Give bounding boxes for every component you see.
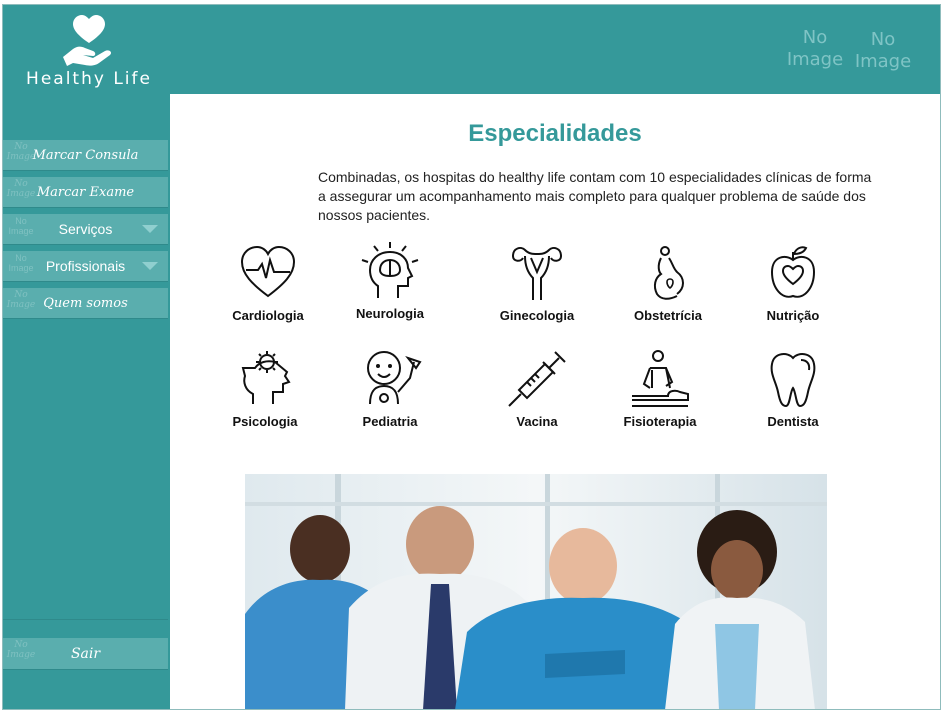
main-content: Especialidades Combinadas, os hospitas d… bbox=[170, 94, 940, 709]
specialty-label: Fisioterapia bbox=[623, 414, 697, 429]
sidebar-item-label: Profissionais bbox=[45, 258, 126, 274]
specialty-dentista[interactable]: Dentista bbox=[743, 348, 843, 429]
uterus-icon bbox=[512, 247, 563, 300]
sidebar-item-profissionais[interactable]: No Image Profissionais bbox=[3, 251, 168, 282]
specialty-ginecologia[interactable]: Ginecologia bbox=[487, 244, 587, 323]
physiotherapy-icon bbox=[632, 350, 689, 407]
specialty-nutricao[interactable]: Nutrição bbox=[743, 244, 843, 323]
brain-head-icon bbox=[361, 242, 419, 298]
sidebar-item-marcar-exame[interactable]: No Image Marcar Exame bbox=[3, 177, 168, 208]
menu-icon-placeholder: No Image bbox=[6, 290, 36, 310]
apple-icon bbox=[770, 246, 816, 298]
sidebar-item-quem-somos[interactable]: No Image Quem somos bbox=[3, 288, 168, 319]
header-image-placeholder-2: No Image bbox=[854, 29, 912, 72]
specialty-obstetricia[interactable]: Obstetrícia bbox=[618, 244, 718, 323]
heart-pulse-icon bbox=[240, 245, 296, 298]
menu-icon-placeholder: No Image bbox=[8, 253, 34, 273]
specialty-psicologia[interactable]: Psicologia bbox=[215, 348, 315, 429]
specialty-label: Vacina bbox=[516, 414, 558, 429]
sidebar-item-servicos[interactable]: No Image Serviços bbox=[3, 214, 168, 245]
specialty-cardiologia[interactable]: Cardiologia bbox=[218, 244, 318, 323]
specialty-label: Neurologia bbox=[356, 306, 424, 321]
brand-name: Healthy Life bbox=[26, 69, 152, 89]
sidebar-item-marcar-consulta[interactable]: No Image Marcar Consula bbox=[3, 140, 168, 171]
chevron-down-icon[interactable] bbox=[142, 262, 158, 270]
pregnant-icon bbox=[653, 246, 684, 300]
sidebar-item-label: Serviços bbox=[58, 221, 113, 237]
page-description: Combinadas, os hospitas do healthy life … bbox=[318, 169, 872, 223]
logout-button[interactable]: No Image Sair bbox=[3, 638, 168, 670]
specialty-fisioterapia[interactable]: Fisioterapia bbox=[610, 348, 710, 429]
specialty-label: Psicologia bbox=[232, 414, 298, 429]
logout-label: Sair bbox=[70, 645, 101, 662]
app-frame: Healthy Life No Image No Image No Image … bbox=[2, 4, 941, 710]
specialty-label: Nutrição bbox=[766, 308, 820, 323]
sidebar-item-label: Marcar Consula bbox=[32, 147, 139, 163]
sidebar-item-label: Marcar Exame bbox=[36, 184, 135, 200]
sidebar-item-label: Quem somos bbox=[43, 295, 128, 311]
header-image-placeholder-1: No Image bbox=[786, 27, 844, 70]
chevron-down-icon[interactable] bbox=[142, 225, 158, 233]
heart-hand-icon bbox=[63, 15, 112, 66]
specialty-vacina[interactable]: Vacina bbox=[487, 348, 587, 429]
specialty-pediatria[interactable]: Pediatria bbox=[340, 348, 440, 429]
head-gear-icon bbox=[241, 351, 291, 404]
baby-icon bbox=[367, 351, 422, 405]
specialty-label: Pediatria bbox=[362, 414, 418, 429]
menu-icon-placeholder: No Image bbox=[8, 216, 34, 236]
syringe-icon bbox=[508, 351, 566, 407]
sidebar-divider bbox=[3, 619, 168, 620]
specialty-label: Obstetrícia bbox=[634, 308, 702, 323]
page-title: Especialidades bbox=[468, 120, 642, 147]
specialty-label: Dentista bbox=[767, 414, 819, 429]
specialty-neurologia[interactable]: Neurologia bbox=[340, 240, 440, 321]
menu-icon-placeholder: No Image bbox=[6, 640, 36, 660]
specialty-label: Ginecologia bbox=[499, 308, 575, 323]
medical-team-photo bbox=[245, 474, 827, 709]
tooth-icon bbox=[770, 353, 816, 408]
menu-icon-placeholder: No Image bbox=[6, 179, 36, 199]
specialty-label: Cardiologia bbox=[232, 308, 304, 323]
brand-logo[interactable]: Healthy Life bbox=[23, 13, 155, 95]
